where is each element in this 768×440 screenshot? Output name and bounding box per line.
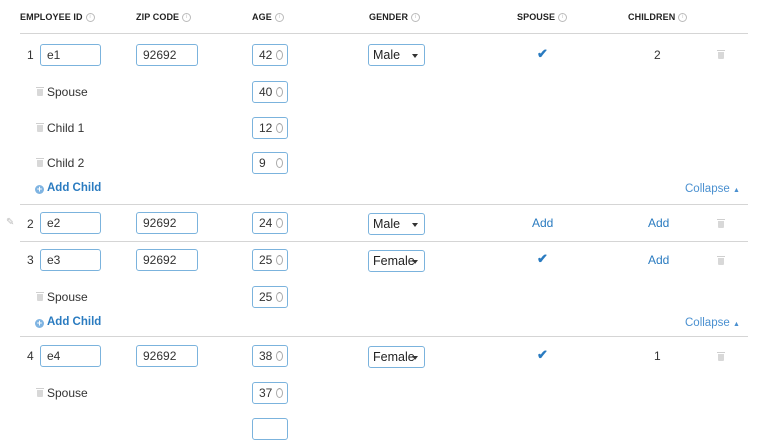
- child-age-input[interactable]: 9 ⌃: [252, 152, 288, 174]
- row-divider: [20, 204, 748, 205]
- chevron-up-icon: ▲: [732, 321, 740, 328]
- zip-code-input[interactable]: 92692: [136, 44, 198, 66]
- add-child-button[interactable]: + Add Child: [35, 316, 101, 328]
- info-icon: i: [411, 13, 421, 22]
- employee-id-input[interactable]: e2: [40, 212, 101, 234]
- row-divider: [20, 241, 748, 242]
- add-spouse-link[interactable]: Add: [532, 216, 553, 230]
- check-icon[interactable]: ✔: [537, 46, 548, 62]
- age-input[interactable]: 25 ⌃: [252, 249, 288, 271]
- pencil-icon[interactable]: ✎: [6, 217, 14, 228]
- spouse-age-input[interactable]: 37 ⌃: [252, 382, 288, 404]
- stepper-icon[interactable]: ⌃: [276, 388, 283, 398]
- header-divider: [20, 33, 748, 34]
- caret-down-icon: [412, 260, 418, 264]
- zip-code-input[interactable]: 92692: [136, 249, 198, 271]
- stepper-icon[interactable]: ⌃: [276, 123, 283, 133]
- child-label: Child 1: [47, 121, 85, 135]
- header-children: CHILDREN i: [628, 12, 688, 22]
- trash-icon[interactable]: [36, 158, 44, 167]
- employee-id-input[interactable]: e3: [40, 249, 101, 271]
- trash-icon[interactable]: [36, 388, 44, 397]
- children-count: 2: [654, 48, 661, 62]
- stepper-icon[interactable]: ⌃: [276, 292, 283, 302]
- stepper-icon[interactable]: ⌃: [276, 218, 283, 228]
- spouse-label: Spouse: [47, 85, 88, 99]
- gender-select[interactable]: Female: [368, 250, 425, 272]
- stepper-icon[interactable]: ⌃: [276, 158, 283, 168]
- child-label: Child 2: [47, 156, 85, 170]
- row-divider: [20, 336, 748, 337]
- add-children-link[interactable]: Add: [648, 253, 669, 267]
- row-number: 1: [27, 48, 34, 62]
- trash-icon[interactable]: [717, 352, 725, 361]
- info-icon: i: [85, 13, 95, 22]
- caret-down-icon: [412, 54, 418, 58]
- gender-select[interactable]: Male: [368, 213, 425, 235]
- trash-icon[interactable]: [36, 123, 44, 132]
- header-zip-code: ZIP CODE i: [136, 12, 192, 22]
- employee-id-input[interactable]: e4: [40, 345, 101, 367]
- trash-icon[interactable]: [717, 256, 725, 265]
- info-icon: i: [678, 13, 688, 22]
- row-number: 3: [27, 253, 34, 267]
- gender-select[interactable]: Male: [368, 44, 425, 66]
- spouse-label: Spouse: [47, 386, 88, 400]
- age-input[interactable]: 38 ⌃: [252, 345, 288, 367]
- check-icon[interactable]: ✔: [537, 251, 548, 267]
- header-employee-id: EMPLOYEE ID i: [20, 12, 95, 22]
- plus-circle-icon: +: [35, 184, 44, 194]
- trash-icon[interactable]: [36, 292, 44, 301]
- stepper-icon[interactable]: ⌃: [276, 351, 283, 361]
- trash-icon[interactable]: [717, 219, 725, 228]
- zip-code-input[interactable]: 92692: [136, 345, 198, 367]
- add-children-link[interactable]: Add: [648, 216, 669, 230]
- trash-icon[interactable]: [36, 87, 44, 96]
- chevron-up-icon: ▲: [732, 187, 740, 194]
- info-icon: i: [274, 13, 284, 22]
- check-icon[interactable]: ✔: [537, 347, 548, 363]
- zip-code-input[interactable]: 92692: [136, 212, 198, 234]
- info-icon: i: [558, 13, 568, 22]
- caret-down-icon: [412, 356, 418, 360]
- info-icon: i: [182, 13, 192, 22]
- header-spouse: SPOUSE i: [517, 12, 568, 22]
- collapse-link[interactable]: Collapse ▲: [685, 317, 740, 329]
- stepper-icon[interactable]: ⌃: [276, 255, 283, 265]
- trash-icon[interactable]: [717, 50, 725, 59]
- child-age-input[interactable]: [252, 418, 288, 440]
- header-age: AGE i: [252, 12, 284, 22]
- employee-id-input[interactable]: e1: [40, 44, 101, 66]
- spouse-age-input[interactable]: 40 ⌃: [252, 81, 288, 103]
- child-age-input[interactable]: 12 ⌃: [252, 117, 288, 139]
- stepper-icon[interactable]: ⌃: [276, 87, 283, 97]
- gender-select[interactable]: Female: [368, 346, 425, 368]
- caret-down-icon: [412, 223, 418, 227]
- age-input[interactable]: 24 ⌃: [252, 212, 288, 234]
- plus-circle-icon: +: [35, 318, 44, 328]
- add-child-button[interactable]: + Add Child: [35, 182, 101, 194]
- stepper-icon[interactable]: ⌃: [276, 50, 283, 60]
- spouse-age-input[interactable]: 25 ⌃: [252, 286, 288, 308]
- children-count: 1: [654, 349, 661, 363]
- collapse-link[interactable]: Collapse ▲: [685, 183, 740, 195]
- spouse-label: Spouse: [47, 290, 88, 304]
- row-number: 4: [27, 349, 34, 363]
- age-input[interactable]: 42 ⌃: [252, 44, 288, 66]
- header-gender: GENDER i: [369, 12, 421, 22]
- row-number: 2: [27, 217, 34, 231]
